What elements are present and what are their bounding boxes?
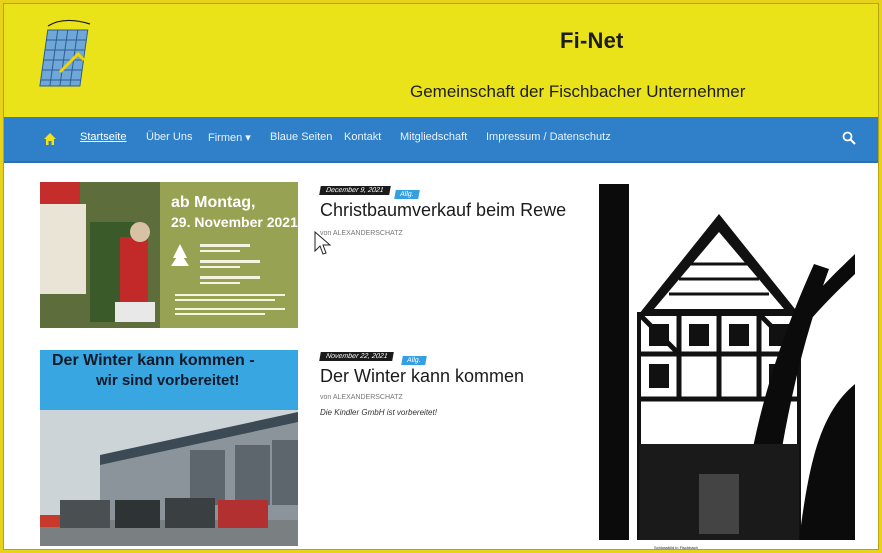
nav-item-blaue-seiten[interactable]: Blaue Seiten [270,131,332,143]
nav-item-ueber-uns[interactable]: Über Uns [146,131,192,143]
post-category-badge[interactable]: Allg. [401,356,427,365]
site-logo[interactable] [38,14,100,94]
post-title[interactable]: Der Winter kann kommen [320,366,524,387]
post-thumbnail-winter[interactable]: Der Winter kann kommen - wir sind vorber… [40,350,298,546]
thumbnail-headline-1: Der Winter kann kommen - [52,352,255,369]
home-icon[interactable] [42,131,58,147]
sidebar-image-caption: Schlossbild in Fischbach [654,545,698,550]
author-name[interactable]: ALEXANDERSCHATZ [333,230,403,237]
nav-item-mitgliedschaft[interactable]: Mitgliedschaft [400,131,467,143]
main-navigation: Startseite Über Uns Firmen ▾ Blaue Seite… [4,117,878,163]
thumbnail-headline-1: ab Montag, [171,194,256,211]
search-icon[interactable] [842,131,856,145]
mouse-cursor-icon [314,231,332,255]
thumbnail-headline-2: 29. November 2021 [171,214,298,230]
author-prefix: von [320,394,332,401]
post-author[interactable]: von ALEXANDERSCHATZ [320,394,403,401]
browser-viewport: Fi-Net Gemeinschaft der Fischbacher Unte… [3,3,879,550]
sidebar-castle-illustration [599,184,855,540]
site-header: Fi-Net Gemeinschaft der Fischbacher Unte… [4,4,878,117]
site-tagline: Gemeinschaft der Fischbacher Unternehmer [410,82,746,101]
post-author[interactable]: von ALEXANDERSCHATZ [320,230,403,237]
author-name[interactable]: ALEXANDERSCHATZ [333,394,403,401]
post-date: November 22, 2021 [319,352,395,361]
nav-item-kontakt[interactable]: Kontakt [344,131,381,143]
nav-item-startseite[interactable]: Startseite [80,131,126,143]
nav-item-firmen-dropdown[interactable]: Firmen ▾ [208,131,251,144]
nav-item-impressum[interactable]: Impressum / Datenschutz [486,131,611,143]
thumbnail-headline-2: wir sind vorbereitet! [96,372,240,389]
post-thumbnail-christbaum[interactable]: ab Montag, 29. November 2021 [40,182,298,328]
post-category-badge[interactable]: Allg. [394,190,420,199]
site-title[interactable]: Fi-Net [560,28,624,54]
post-date: December 9, 2021 [319,186,391,195]
post-title[interactable]: Christbaumverkauf beim Rewe [320,200,566,221]
post-excerpt: Die Kindler GmbH ist vorbereitet! [320,408,437,417]
